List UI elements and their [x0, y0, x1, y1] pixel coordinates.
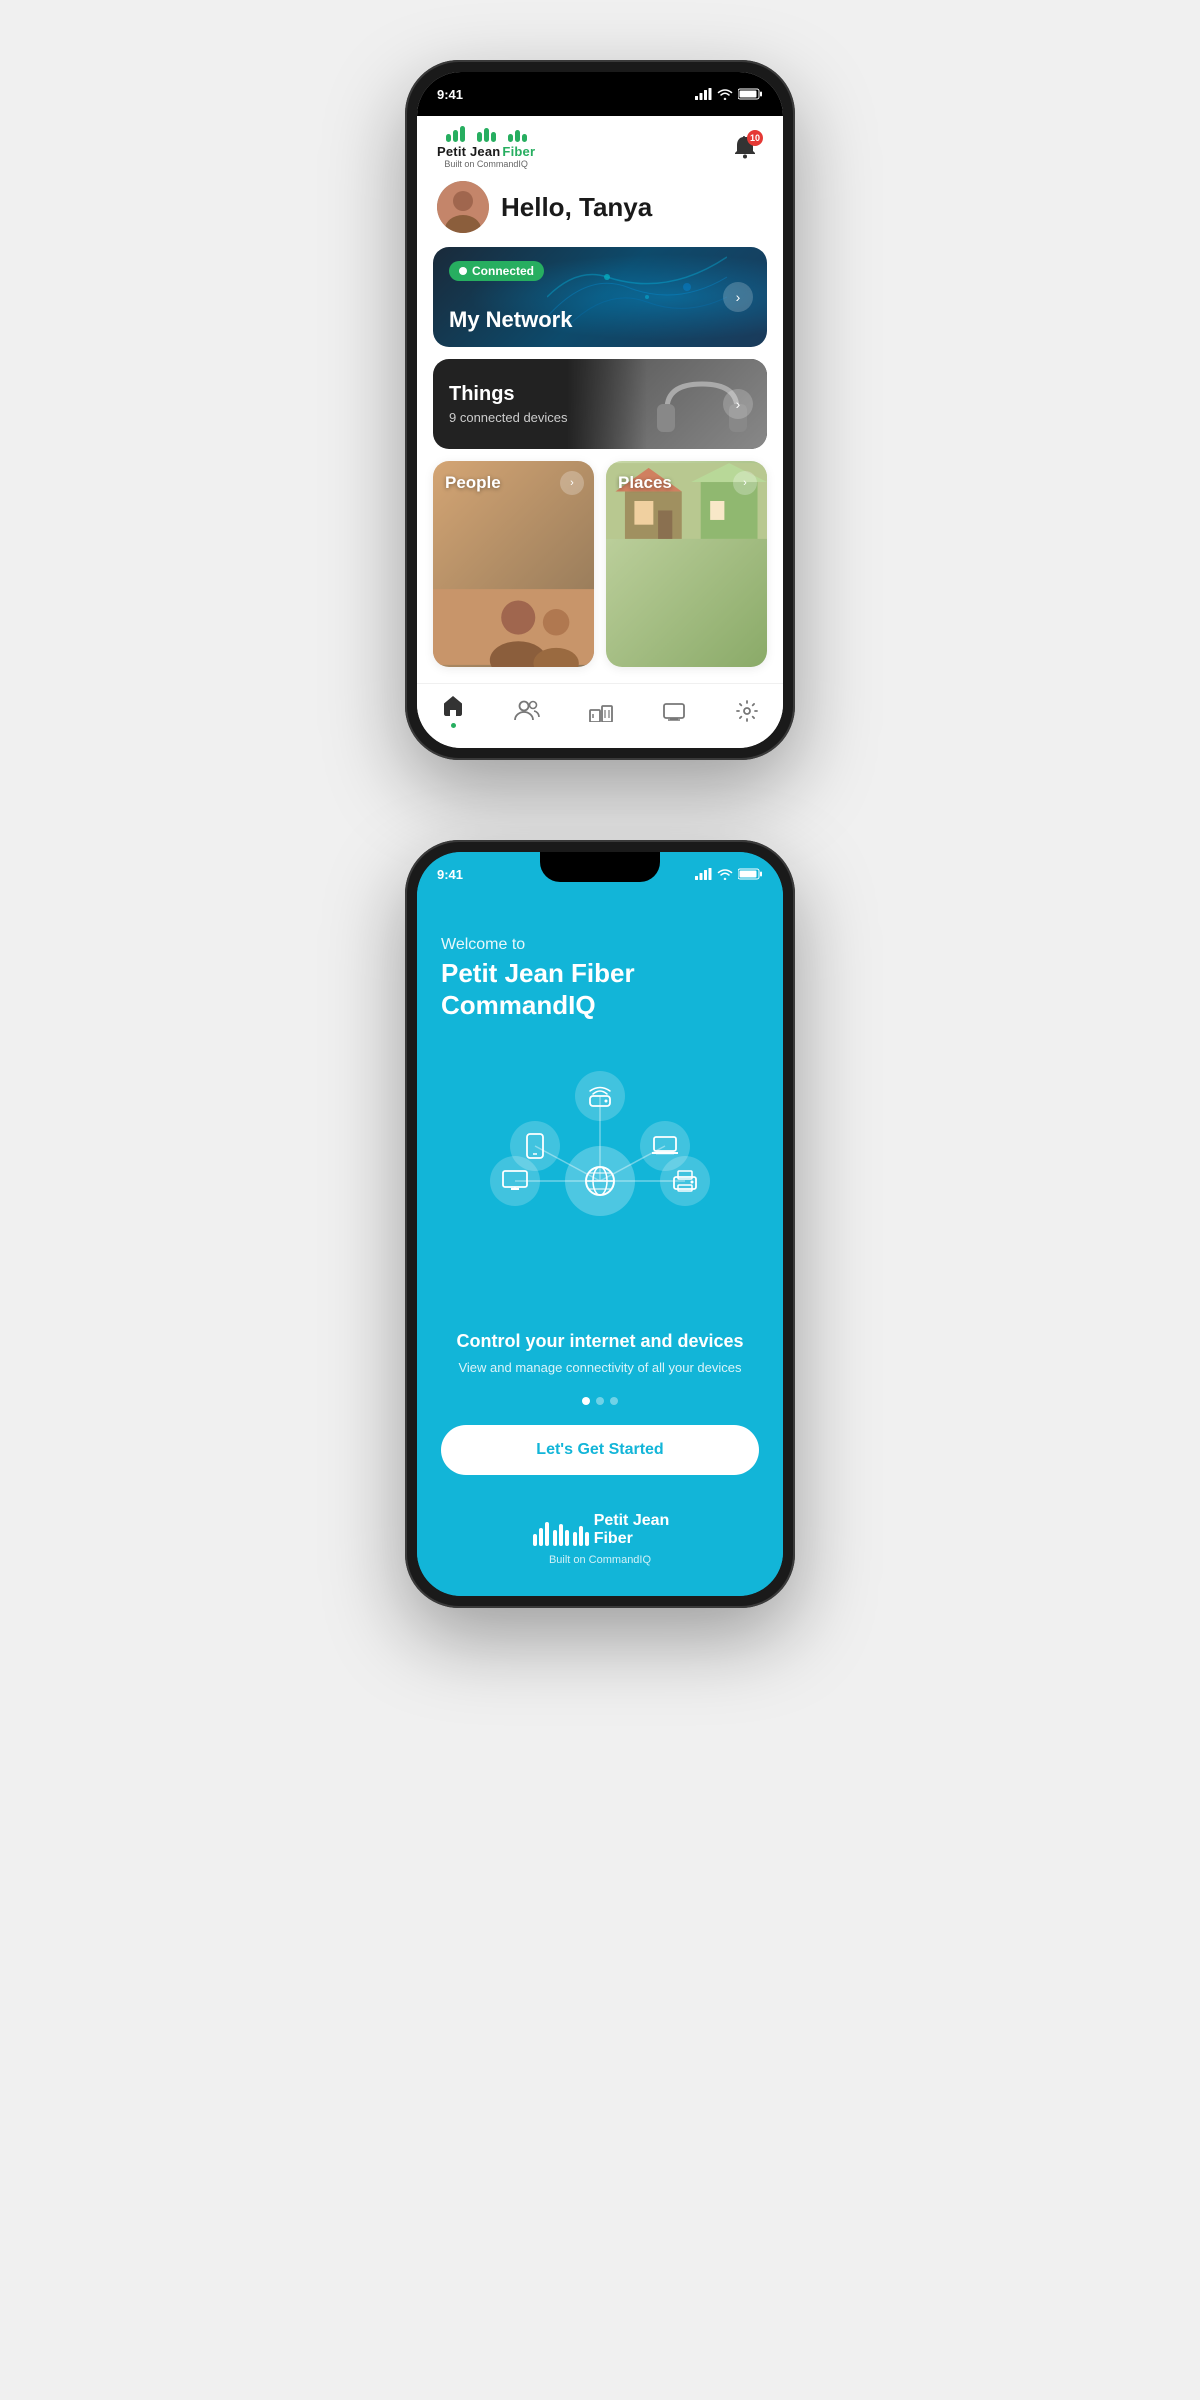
brand-sub: Built on CommandIQ	[444, 159, 528, 169]
nav-home[interactable]	[441, 694, 465, 728]
network-arrow[interactable]: ›	[723, 282, 753, 312]
greeting-text: Hello, Tanya	[501, 192, 652, 223]
device-diagram	[480, 1061, 720, 1301]
people-nav-icon	[514, 700, 540, 722]
phone-node-icon	[523, 1132, 547, 1160]
dots-indicator	[582, 1397, 618, 1405]
globe-icon	[582, 1163, 618, 1199]
wave-1	[446, 134, 451, 142]
nav-devices[interactable]	[662, 700, 686, 722]
wave-7	[508, 134, 513, 142]
dot-2[interactable]	[596, 1397, 604, 1405]
welcome-title: Petit Jean Fiber CommandIQ	[441, 958, 759, 1020]
nav-people[interactable]	[514, 700, 540, 722]
notification-badge: 10	[747, 130, 763, 146]
notification-button[interactable]: 10	[727, 130, 763, 166]
nav-settings[interactable]	[735, 699, 759, 723]
battery-icon	[738, 88, 763, 100]
places-label: Places	[618, 473, 672, 493]
greeting-row: Hello, Tanya	[417, 177, 783, 247]
things-title: Things	[449, 383, 751, 406]
wifi-icon	[717, 88, 733, 100]
control-text: Control your internet and devices View a…	[456, 1331, 743, 1378]
status-icons-1	[695, 88, 763, 100]
avatar-image	[437, 181, 489, 233]
printer-node	[660, 1156, 710, 1206]
tv-node	[490, 1156, 540, 1206]
control-subtitle: View and manage connectivity of all your…	[456, 1358, 743, 1378]
avatar	[437, 181, 489, 233]
things-subtitle: 9 connected devices	[449, 410, 751, 425]
tv-icon	[501, 1169, 529, 1193]
wave-2	[453, 130, 458, 142]
footer-brand-name: Petit Jean	[594, 1512, 670, 1530]
people-label: People	[445, 473, 501, 493]
wave-8	[515, 130, 520, 142]
brand-fiber: Fiber	[502, 144, 535, 159]
status-time-1: 9:41	[437, 87, 463, 102]
things-content: Things 9 connected devices	[433, 359, 767, 449]
app-header: Petit Jean Fiber Built on CommandIQ 10	[417, 116, 783, 177]
wave-3	[460, 126, 465, 142]
wifi-icon-2	[717, 868, 733, 880]
people-card[interactable]: People › Tanya Elizabeth Frankie Grandpa…	[433, 461, 594, 667]
places-card[interactable]: Places › Office Kids Bedroom Living Room	[606, 461, 767, 667]
footer-logo-icon	[531, 1508, 591, 1548]
people-arrow[interactable]: ›	[560, 471, 584, 495]
laptop-icon	[651, 1135, 679, 1157]
footer-waves: Petit Jean Fiber	[531, 1508, 670, 1548]
footer-brand-sub: Built on CommandIQ	[549, 1554, 651, 1566]
people-image-visual	[433, 587, 594, 667]
connected-dot	[459, 267, 467, 275]
wave-9	[522, 134, 527, 142]
connected-badge: Connected	[449, 261, 544, 281]
phone-2: 9:41	[405, 840, 795, 1608]
wave-5	[484, 128, 489, 142]
screen-welcome: 9:41	[417, 852, 783, 1596]
notch-1	[540, 72, 660, 102]
status-bar-2: 9:41	[417, 852, 783, 896]
screen-home: 9:41	[417, 72, 783, 748]
network-title: My Network	[449, 307, 751, 333]
network-card[interactable]: Connected My Network ›	[433, 247, 767, 347]
battery-icon-2	[738, 868, 763, 880]
router-node	[575, 1071, 625, 1121]
things-arrow[interactable]: ›	[723, 389, 753, 419]
control-title: Control your internet and devices	[456, 1331, 743, 1352]
brand-logo: Petit Jean Fiber Built on CommandIQ	[437, 126, 535, 169]
signal-icon-2	[695, 868, 712, 880]
dot-1[interactable]	[582, 1397, 590, 1405]
get-started-button[interactable]: Let's Get Started	[441, 1425, 759, 1475]
welcome-content: Welcome to Petit Jean Fiber CommandIQ	[417, 896, 783, 1596]
footer-brand-fiber: Fiber	[594, 1530, 633, 1548]
things-card[interactable]: Things 9 connected devices ›	[433, 359, 767, 449]
status-bar-1: 9:41	[417, 72, 783, 116]
welcome-footer: Petit Jean Fiber Built on CommandIQ	[531, 1508, 670, 1566]
network-content: Connected My Network	[433, 247, 767, 347]
wave-4	[477, 132, 482, 142]
places-nav-icon	[589, 700, 613, 722]
nav-places[interactable]	[589, 700, 613, 722]
printer-icon	[671, 1169, 699, 1193]
status-icons-2	[695, 868, 763, 880]
dot-3[interactable]	[610, 1397, 618, 1405]
devices-nav-icon	[662, 700, 686, 722]
settings-nav-icon	[735, 699, 759, 723]
places-arrow[interactable]: ›	[733, 471, 757, 495]
logo-waves	[446, 126, 527, 142]
brand-name: Petit Jean	[437, 144, 500, 159]
notch-2	[540, 852, 660, 882]
welcome-to-label: Welcome to	[441, 936, 525, 954]
phone-1: 9:41	[405, 60, 795, 760]
bottom-nav	[417, 683, 783, 748]
connected-label: Connected	[472, 264, 534, 278]
two-col-section: People › Tanya Elizabeth Frankie Grandpa…	[433, 461, 767, 667]
status-time-2: 9:41	[437, 867, 463, 882]
wave-6	[491, 132, 496, 142]
router-icon	[586, 1082, 614, 1110]
nav-active-dot	[451, 723, 456, 728]
home-nav-icon	[441, 694, 465, 718]
signal-icon	[695, 88, 712, 100]
center-node	[565, 1146, 635, 1216]
